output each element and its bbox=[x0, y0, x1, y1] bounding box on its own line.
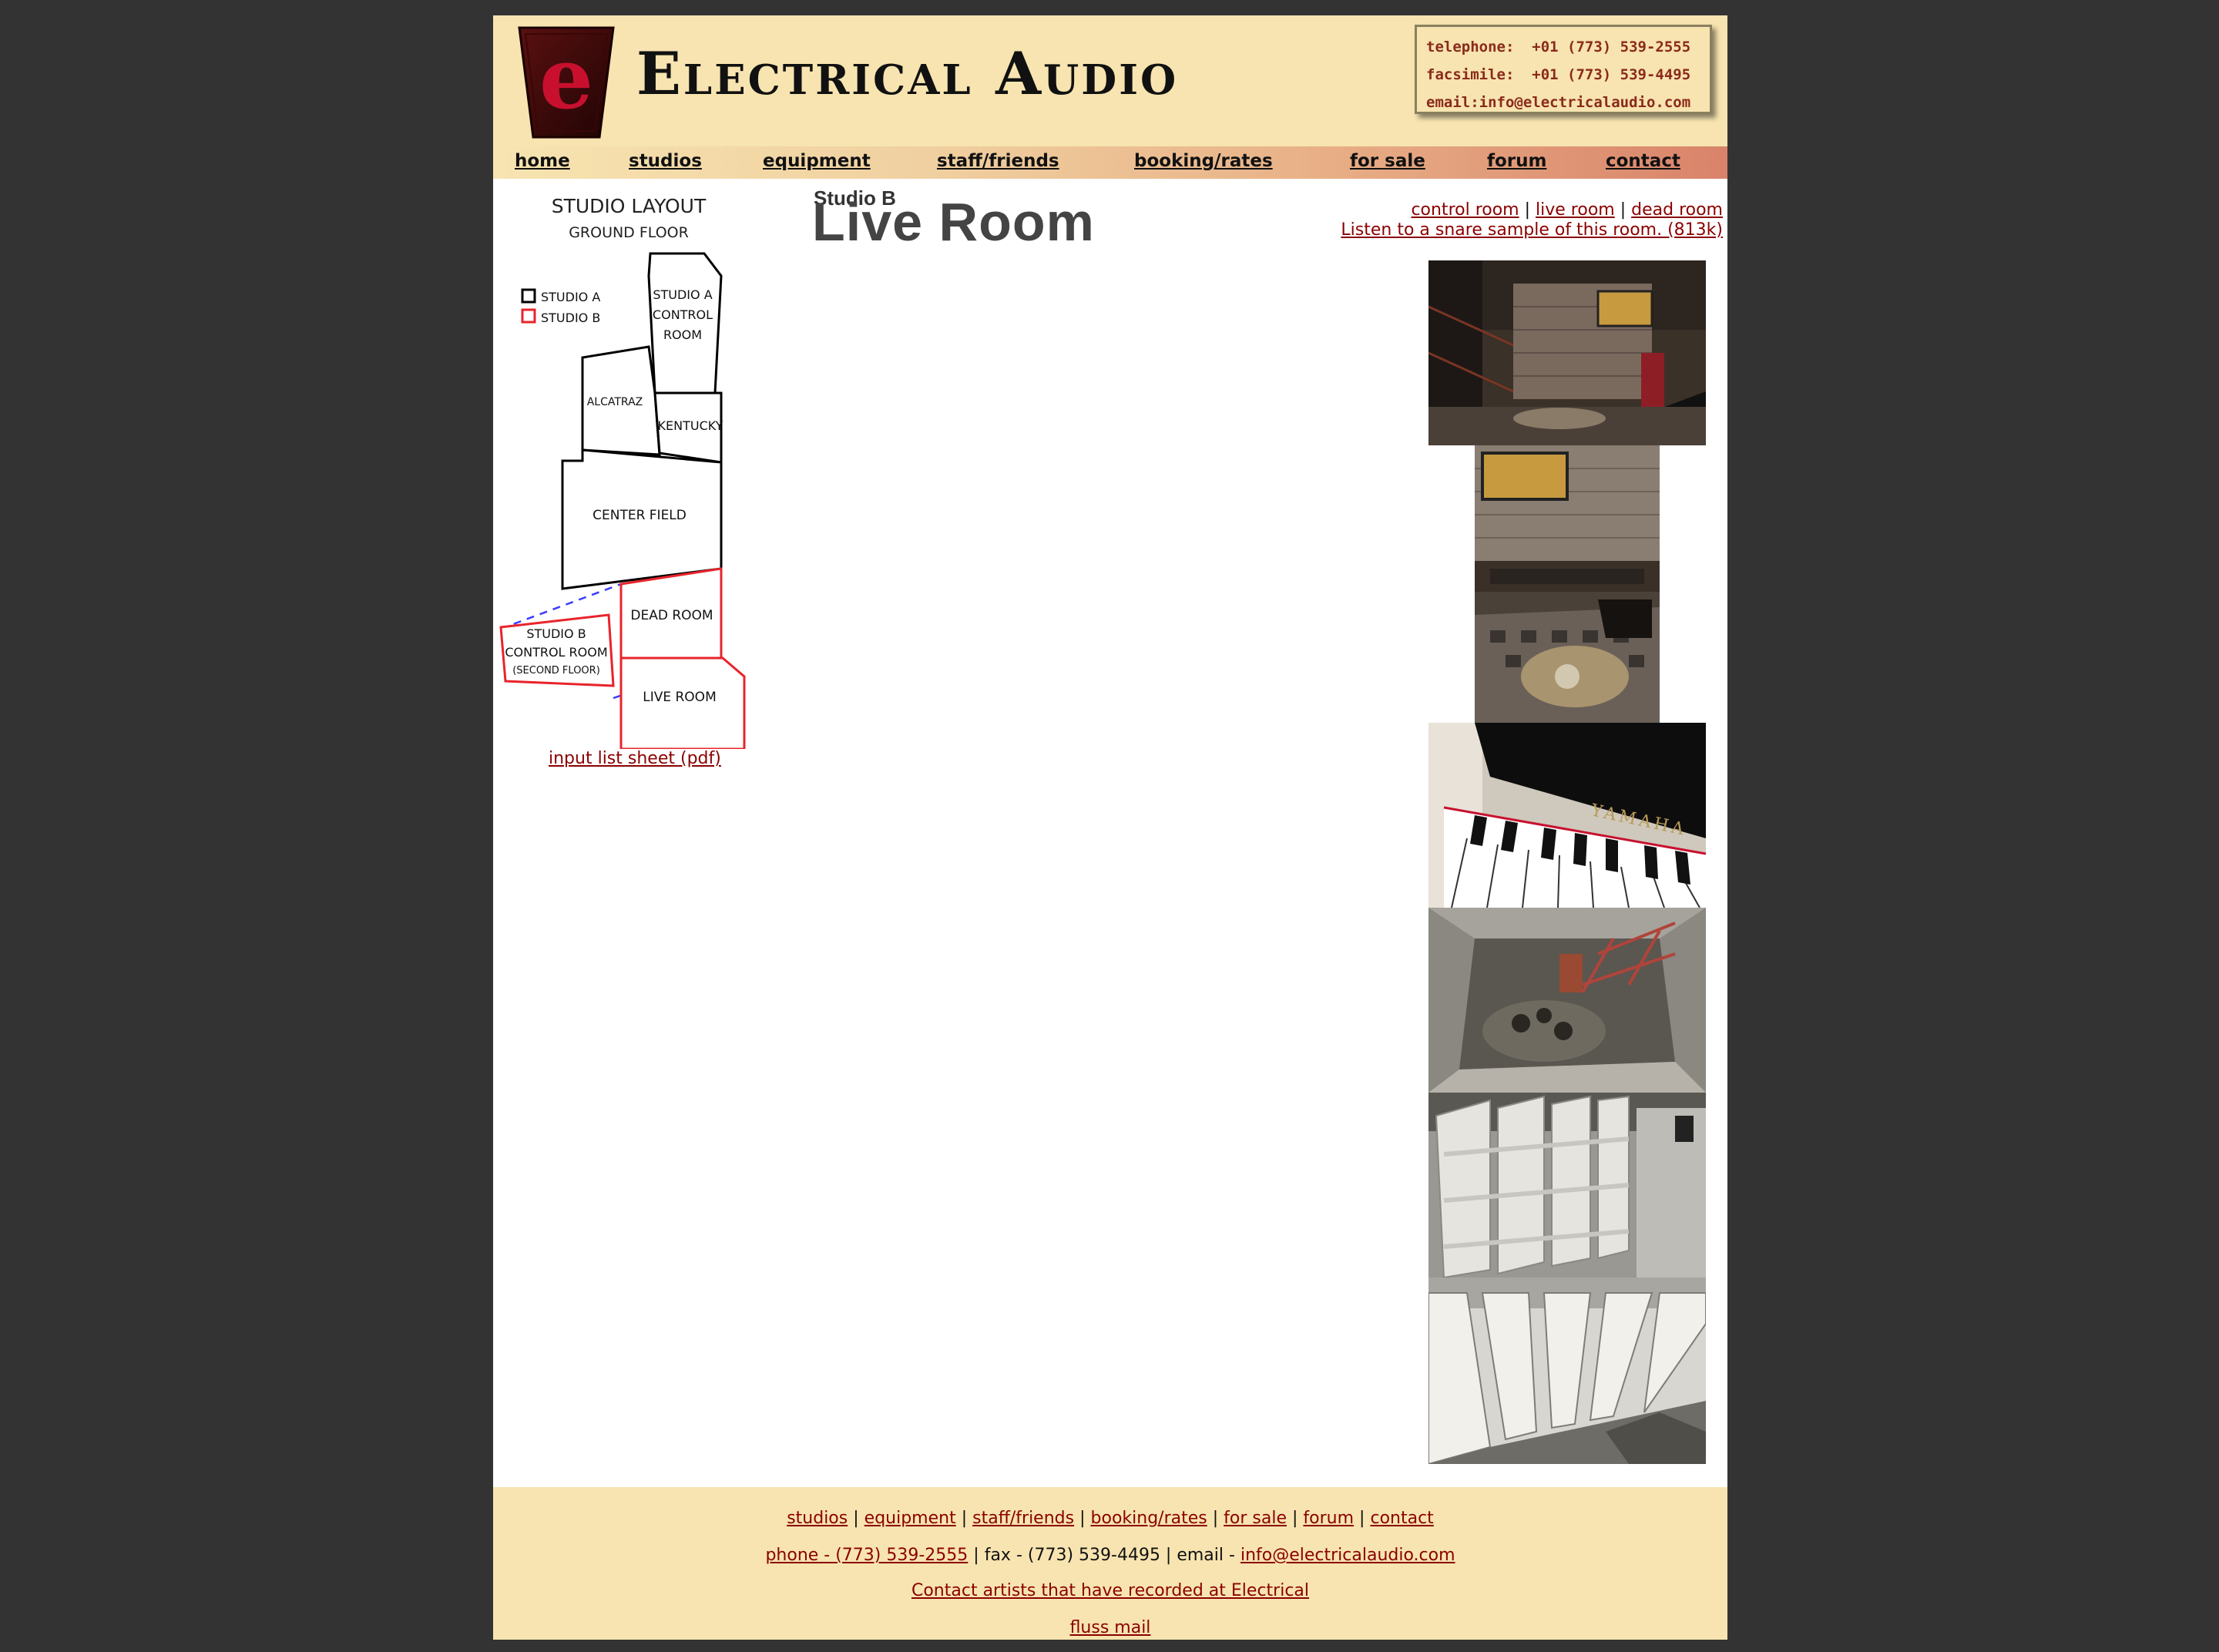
footer-link-contact[interactable]: contact bbox=[1370, 1509, 1433, 1528]
separator: | bbox=[853, 1509, 859, 1528]
label-center-field: CENTER FIELD bbox=[593, 508, 687, 523]
label-alcatraz: ALCATRAZ bbox=[587, 396, 643, 408]
legend-studio-b-swatch bbox=[521, 308, 536, 324]
email-text: email:info@electricalaudio.com bbox=[1426, 94, 1691, 111]
label-studio-a-control-2: CONTROL bbox=[653, 307, 713, 322]
studio-layout-map[interactable]: STUDIO LAYOUT GROUND FLOOR STUDIO A STUD… bbox=[498, 183, 760, 749]
footer-phone-link[interactable]: phone - (773) 539-2555 bbox=[765, 1546, 968, 1565]
nav-booking-rates[interactable]: booking/rates bbox=[1134, 151, 1273, 171]
link-live-room[interactable]: live room bbox=[1536, 200, 1615, 220]
live-room-photo-5[interactable] bbox=[1428, 1093, 1706, 1278]
layout-subtitle: GROUND FLOOR bbox=[569, 224, 689, 241]
footer-artists-link[interactable]: Contact artists that have recorded at El… bbox=[911, 1581, 1309, 1600]
live-room-photo-2[interactable] bbox=[1475, 445, 1660, 723]
footer-link-staff-friends[interactable]: staff/friends bbox=[972, 1509, 1074, 1528]
link-dead-room[interactable]: dead room bbox=[1631, 200, 1723, 220]
footer-nav: studios | equipment | staff/friends | bo… bbox=[493, 1509, 1727, 1528]
footer-link-for-sale[interactable]: for sale bbox=[1224, 1509, 1287, 1528]
live-room-photo-4[interactable] bbox=[1428, 908, 1706, 1093]
label-dead-room: DEAD ROOM bbox=[630, 608, 713, 623]
input-list-pdf-link[interactable]: input list sheet (pdf) bbox=[549, 749, 721, 768]
page: e Electrical Audio telephone: +01 (773) … bbox=[493, 15, 1727, 1640]
nav-staff-friends[interactable]: staff/friends bbox=[937, 151, 1059, 171]
footer-link-studios[interactable]: studios bbox=[787, 1509, 848, 1528]
nav-contact[interactable]: contact bbox=[1606, 151, 1680, 171]
footer-link-booking-rates[interactable]: booking/rates bbox=[1091, 1509, 1207, 1528]
telephone-text: telephone: +01 (773) 539-2555 bbox=[1426, 39, 1691, 55]
room-studio-a-control bbox=[647, 252, 723, 395]
footer-link-forum[interactable]: forum bbox=[1303, 1509, 1354, 1528]
live-room-photo-3[interactable]: YAMAHA bbox=[1428, 723, 1706, 908]
site-footer: studios | equipment | staff/friends | bo… bbox=[493, 1487, 1727, 1640]
link-control-room[interactable]: control room bbox=[1411, 200, 1519, 220]
footer-fax-text: | fax - (773) 539-4495 | email - bbox=[973, 1546, 1235, 1565]
separator: | bbox=[1524, 200, 1531, 220]
site-header: e Electrical Audio telephone: +01 (773) … bbox=[493, 15, 1727, 146]
label-studio-a-control-3: ROOM bbox=[663, 327, 702, 342]
logo-letter: e bbox=[539, 29, 593, 128]
label-live-room: LIVE ROOM bbox=[643, 690, 717, 705]
nav-for-sale[interactable]: for sale bbox=[1350, 151, 1425, 171]
live-room-photo-1[interactable] bbox=[1428, 260, 1706, 445]
legend-studio-b: STUDIO B bbox=[541, 311, 600, 325]
separator: | bbox=[1359, 1509, 1365, 1528]
label-studio-b-control-1: STUDIO B bbox=[526, 626, 586, 641]
label-studio-b-control-3: (SECOND FLOOR) bbox=[512, 665, 600, 677]
separator: | bbox=[1212, 1509, 1219, 1528]
site-title[interactable]: Electrical Audio bbox=[636, 45, 1178, 103]
separator: | bbox=[961, 1509, 968, 1528]
separator: | bbox=[1079, 1509, 1086, 1528]
legend-studio-a-swatch bbox=[521, 288, 536, 304]
link-snare-sample[interactable]: Listen to a snare sample of this room. (… bbox=[1341, 220, 1723, 240]
separator: | bbox=[1620, 200, 1626, 220]
facsimile-text: facsimile: +01 (773) 539-4495 bbox=[1426, 66, 1691, 83]
electrical-audio-logo[interactable]: e bbox=[516, 25, 616, 140]
footer-email-link[interactable]: info@electricalaudio.com bbox=[1240, 1546, 1455, 1565]
label-kentucky: KENTUCKY bbox=[658, 418, 723, 433]
footer-fluss-mail-link[interactable]: fluss mail bbox=[1070, 1618, 1151, 1637]
nav-studios[interactable]: studios bbox=[629, 151, 702, 171]
live-room-photo-6[interactable] bbox=[1428, 1278, 1706, 1464]
footer-link-equipment[interactable]: equipment bbox=[864, 1509, 956, 1528]
nav-equipment[interactable]: equipment bbox=[763, 151, 871, 171]
separator: | bbox=[1292, 1509, 1298, 1528]
main-nav: home studios equipment staff/friends boo… bbox=[493, 146, 1727, 179]
page-title: Live Room bbox=[812, 192, 1095, 252]
layout-title: STUDIO LAYOUT bbox=[552, 195, 707, 217]
contact-card: telephone: +01 (773) 539-2555 facsimile:… bbox=[1415, 25, 1712, 114]
legend-studio-a: STUDIO A bbox=[541, 290, 600, 304]
nav-home[interactable]: home bbox=[515, 151, 570, 171]
nav-forum[interactable]: forum bbox=[1487, 151, 1547, 171]
label-studio-a-control-1: STUDIO A bbox=[653, 287, 712, 302]
room-links: control room | live room | dead room Lis… bbox=[1341, 200, 1723, 240]
footer-contact-line: phone - (773) 539-2555 | fax - (773) 539… bbox=[493, 1546, 1727, 1565]
label-studio-b-control-2: CONTROL ROOM bbox=[505, 645, 607, 660]
